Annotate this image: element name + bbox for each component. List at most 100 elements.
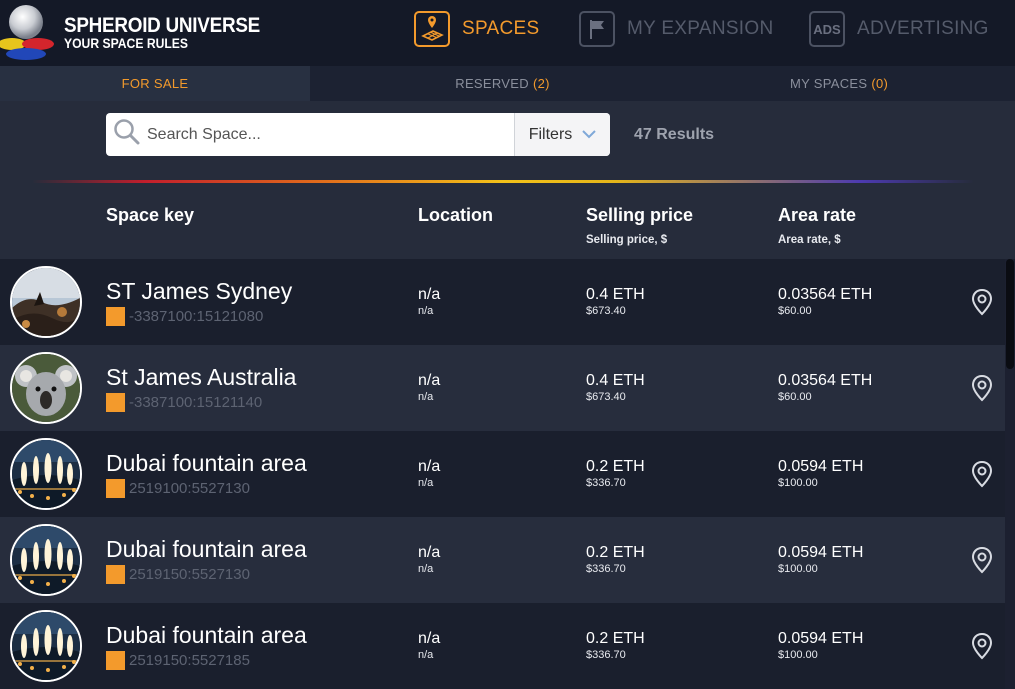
selling-price-eth: 0.4 ETH (586, 286, 645, 303)
space-name[interactable]: Dubai fountain area (106, 536, 307, 563)
space-color-swatch (106, 307, 125, 326)
location-value: n/a (418, 286, 441, 303)
area-rate-eth: 0.03564 ETH (778, 286, 873, 303)
space-row[interactable]: St James Australia -3387100:15121140 n/a… (0, 345, 1005, 431)
space-color-swatch (106, 479, 125, 498)
map-pin-icon[interactable] (970, 374, 994, 407)
rainbow-divider (32, 180, 974, 183)
scrollbar-thumb[interactable] (1006, 259, 1014, 369)
ads-icon: ADS (809, 11, 845, 47)
space-key: -3387100:15121080 (106, 307, 263, 326)
nav-my-expansion[interactable]: MY EXPANSION (579, 10, 774, 48)
selling-price-eth: 0.4 ETH (586, 372, 645, 389)
area-rate-usd: $100.00 (778, 563, 818, 575)
location-sub-value: n/a (418, 649, 434, 661)
space-key: 2519150:5527130 (106, 565, 250, 584)
space-key-text: 2519150:5527130 (129, 566, 250, 583)
map-pin-icon[interactable] (970, 632, 994, 665)
column-header-area-rate[interactable]: Area rate (778, 205, 856, 226)
search-icon (113, 118, 141, 151)
location-sub-value: n/a (418, 477, 434, 489)
space-key: 2519100:5527130 (106, 479, 250, 498)
space-row[interactable]: Dubai fountain area 2519100:5527130 n/a … (0, 431, 1005, 517)
space-name[interactable]: Dubai fountain area (106, 622, 307, 649)
selling-price-usd: $673.40 (586, 391, 626, 403)
chevron-down-icon (582, 130, 596, 139)
location-value: n/a (418, 458, 441, 475)
map-grid-icon (414, 11, 450, 47)
tab-my-spaces[interactable]: MY SPACES (0) (695, 66, 1015, 101)
tab-for-sale-label: FOR SALE (121, 76, 189, 91)
column-header-space-key[interactable]: Space key (106, 205, 194, 226)
filters-label: Filters (528, 125, 573, 143)
column-subheader-selling-price: Selling price, $ (586, 234, 668, 246)
tab-reserved-label: RESERVED (455, 76, 529, 91)
space-row[interactable]: Dubai fountain area 2519150:5527185 n/a … (0, 603, 1005, 689)
column-header-location[interactable]: Location (418, 205, 493, 226)
nav-spaces-label: SPACES (462, 18, 540, 39)
space-name[interactable]: St James Australia (106, 364, 296, 391)
space-key: 2519150:5527185 (106, 651, 250, 670)
area-rate-usd: $60.00 (778, 305, 812, 317)
map-pin-icon[interactable] (970, 460, 994, 493)
space-key-text: -3387100:15121140 (129, 394, 263, 411)
nav-spaces[interactable]: SPACES (414, 10, 539, 48)
location-sub-value: n/a (418, 563, 434, 575)
area-rate-eth: 0.0594 ETH (778, 458, 864, 475)
tab-my-spaces-count: (0) (871, 76, 889, 91)
top-header: SPHEROID UNIVERSE YOUR SPACE RULES SPACE… (0, 0, 1015, 66)
brand-subtitle: YOUR SPACE RULES (64, 36, 189, 51)
location-value: n/a (418, 372, 441, 389)
search-box: Filters (106, 113, 610, 156)
column-header-selling-price[interactable]: Selling price (586, 205, 693, 226)
area-rate-usd: $100.00 (778, 477, 818, 489)
location-sub-value: n/a (418, 391, 434, 403)
nav-advertising[interactable]: ADS ADVERTISING (809, 10, 989, 48)
space-key: -3387100:15121140 (106, 393, 262, 412)
space-thumbnail[interactable] (10, 352, 82, 424)
space-thumbnail[interactable] (10, 438, 82, 510)
flag-icon (579, 11, 615, 47)
selling-price-eth: 0.2 ETH (586, 630, 645, 647)
space-thumbnail[interactable] (10, 266, 82, 338)
filters-dropdown[interactable]: Filters (514, 113, 610, 156)
map-pin-icon[interactable] (970, 288, 994, 321)
area-rate-usd: $100.00 (778, 649, 818, 661)
area-rate-eth: 0.03564 ETH (778, 372, 873, 389)
area-rate-eth: 0.0594 ETH (778, 544, 864, 561)
space-thumbnail[interactable] (10, 610, 82, 682)
spheroid-logo-icon[interactable] (0, 0, 62, 66)
scrollbar[interactable] (1005, 259, 1015, 689)
tab-bar: FOR SALE RESERVED (2) MY SPACES (0) (0, 66, 1015, 101)
space-name[interactable]: ST James Sydney (106, 278, 292, 305)
svg-text:ADS: ADS (813, 22, 841, 37)
map-pin-icon[interactable] (970, 546, 994, 579)
location-sub-value: n/a (418, 305, 434, 317)
selling-price-usd: $336.70 (586, 649, 626, 661)
space-color-swatch (106, 393, 125, 412)
location-value: n/a (418, 630, 441, 647)
tab-my-spaces-label: MY SPACES (790, 76, 868, 91)
space-row[interactable]: ST James Sydney -3387100:15121080 n/a n/… (0, 259, 1005, 345)
space-key-text: 2519150:5527185 (129, 652, 250, 669)
space-key-text: 2519100:5527130 (129, 480, 250, 497)
space-row[interactable]: Dubai fountain area 2519150:5527130 n/a … (0, 517, 1005, 603)
search-field-wrap (106, 113, 514, 156)
space-key-text: -3387100:15121080 (129, 308, 264, 325)
tab-reserved-count: (2) (532, 76, 550, 91)
tab-reserved[interactable]: RESERVED (2) (310, 66, 695, 101)
selling-price-usd: $336.70 (586, 477, 626, 489)
nav-my-expansion-label: MY EXPANSION (627, 18, 774, 39)
search-input[interactable] (147, 125, 507, 144)
column-subheader-area-rate: Area rate, $ (778, 234, 841, 246)
tab-for-sale[interactable]: FOR SALE (0, 66, 310, 101)
space-name[interactable]: Dubai fountain area (106, 450, 307, 477)
space-thumbnail[interactable] (10, 524, 82, 596)
area-rate-usd: $60.00 (778, 391, 812, 403)
selling-price-eth: 0.2 ETH (586, 458, 645, 475)
area-rate-eth: 0.0594 ETH (778, 630, 864, 647)
brand-title: SPHEROID UNIVERSE (64, 14, 261, 37)
selling-price-usd: $336.70 (586, 563, 626, 575)
space-color-swatch (106, 651, 125, 670)
results-count: 47 Results (634, 126, 715, 143)
